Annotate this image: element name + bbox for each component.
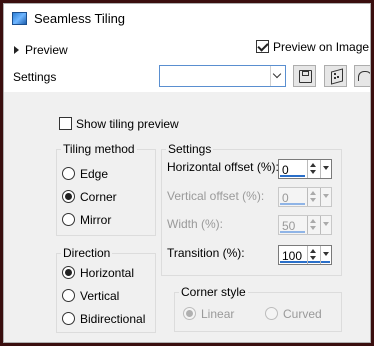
- spin-updown-icon[interactable]: [307, 246, 319, 264]
- radio-unselected-icon: [62, 312, 75, 325]
- tiling-corner-radio[interactable]: Corner: [62, 190, 117, 204]
- horizontal-offset-label: Horizontal offset (%):: [167, 160, 279, 174]
- radio-selected-icon: [62, 190, 75, 203]
- vertical-offset-slider-bar: [280, 203, 305, 205]
- settings-label: Settings: [13, 70, 57, 84]
- checkbox-unchecked-icon: [59, 117, 72, 130]
- save-preset-button[interactable]: [293, 65, 316, 87]
- show-tiling-preview-checkbox[interactable]: Show tiling preview: [59, 117, 179, 131]
- tiling-method-legend: Tiling method: [61, 142, 137, 156]
- chevron-down-icon[interactable]: [320, 160, 331, 178]
- vertical-offset-label: Vertical offset (%):: [167, 189, 265, 203]
- randomize-button[interactable]: [324, 65, 347, 87]
- width-slider-bar: [280, 231, 305, 233]
- vertical-offset-spinner: 0: [278, 187, 332, 207]
- radio-selected-icon: [183, 307, 196, 320]
- direction-vertical-radio[interactable]: Vertical: [62, 289, 119, 303]
- preview-on-image-checkbox[interactable]: Preview on Image: [256, 40, 369, 54]
- tiling-mirror-label: Mirror: [80, 213, 112, 227]
- spin-updown-icon: [307, 188, 319, 206]
- radio-unselected-icon: [62, 213, 75, 226]
- chevron-down-icon[interactable]: [320, 246, 331, 264]
- preview-label: Preview: [25, 43, 68, 57]
- settings-group: Settings Horizontal offset (%): 0 Vertic…: [161, 142, 342, 276]
- transition-label: Transition (%):: [167, 246, 245, 260]
- tiling-edge-radio[interactable]: Edge: [62, 167, 108, 181]
- corner-style-group: Corner style Linear Curved: [174, 285, 342, 332]
- top-toolbar: Preview Preview on Image Settings: [4, 32, 370, 92]
- tiling-method-group: Tiling method Edge Corner Mirror: [56, 142, 156, 236]
- direction-horizontal-radio[interactable]: Horizontal: [62, 266, 134, 280]
- preview-expander[interactable]: Preview: [14, 43, 68, 57]
- tiling-edge-label: Edge: [80, 167, 109, 181]
- direction-bidirectional-radio[interactable]: Bidirectional: [62, 312, 145, 326]
- reset-button[interactable]: [354, 65, 370, 87]
- chevron-down-icon[interactable]: [270, 66, 285, 86]
- checkbox-checked-icon: [256, 40, 269, 53]
- width-spinner: 50: [278, 215, 332, 235]
- radio-unselected-icon: [265, 307, 278, 320]
- transition-spinner[interactable]: 100: [278, 245, 332, 265]
- direction-horizontal-label: Horizontal: [80, 266, 135, 280]
- horizontal-offset-slider-bar[interactable]: [280, 175, 305, 177]
- spin-updown-icon: [307, 216, 319, 234]
- main-panel: Show tiling preview Tiling method Edge C…: [4, 92, 370, 342]
- settings-legend: Settings: [166, 142, 214, 156]
- tiling-app-icon: [12, 12, 27, 25]
- window-title: Seamless Tiling: [34, 11, 126, 26]
- direction-group: Direction Horizontal Vertical Bidirectio…: [56, 246, 156, 333]
- radio-unselected-icon: [62, 167, 75, 180]
- tiling-corner-label: Corner: [80, 190, 117, 204]
- preview-on-image-label: Preview on Image: [273, 40, 370, 54]
- direction-vertical-label: Vertical: [80, 289, 120, 303]
- triangle-right-icon: [14, 46, 19, 54]
- spin-updown-icon[interactable]: [307, 160, 319, 178]
- width-label: Width (%):: [167, 217, 224, 231]
- tiling-mirror-radio[interactable]: Mirror: [62, 213, 111, 227]
- title-bar: Seamless Tiling: [4, 4, 370, 32]
- corner-style-legend: Corner style: [179, 285, 248, 299]
- direction-legend: Direction: [61, 246, 113, 260]
- radio-unselected-icon: [62, 289, 75, 302]
- show-tiling-preview-label: Show tiling preview: [76, 117, 179, 131]
- radio-selected-icon: [62, 266, 75, 279]
- corner-curved-label: Curved: [283, 307, 322, 321]
- direction-bidirectional-label: Bidirectional: [80, 312, 146, 326]
- corner-linear-radio: Linear: [183, 307, 234, 321]
- seamless-tiling-dialog: Seamless Tiling Preview Preview on Image…: [3, 3, 371, 343]
- horizontal-offset-spinner[interactable]: 0: [278, 159, 332, 179]
- corner-curved-radio: Curved: [265, 307, 322, 321]
- chevron-down-icon: [320, 216, 331, 234]
- chevron-down-icon: [320, 188, 331, 206]
- preset-combo[interactable]: [159, 65, 286, 87]
- corner-linear-label: Linear: [201, 307, 235, 321]
